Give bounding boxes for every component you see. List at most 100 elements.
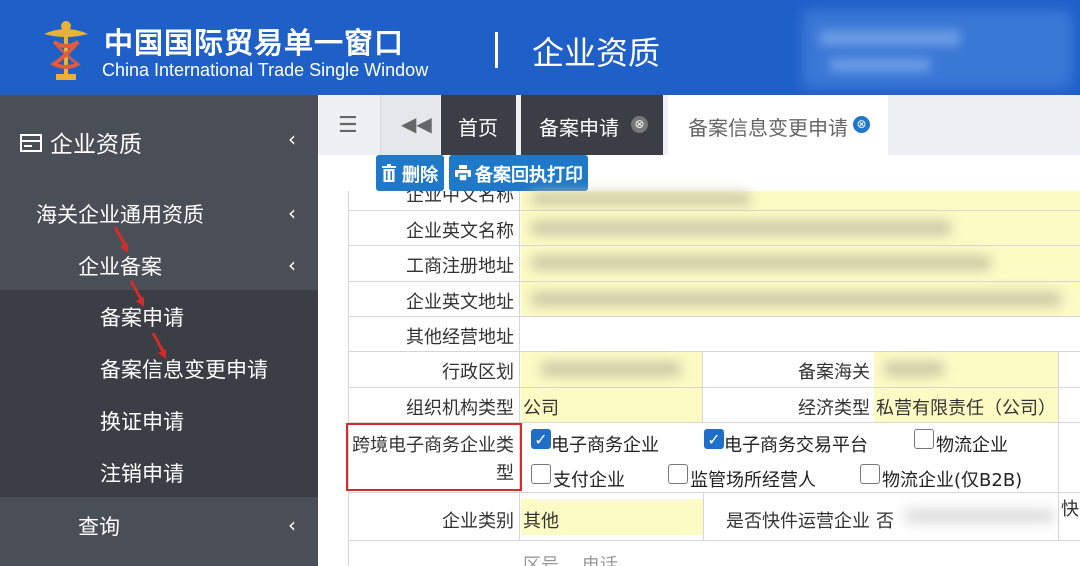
other-address-field[interactable]	[521, 317, 1080, 351]
double-chevron-left-icon: ◀◀	[401, 112, 432, 136]
field-label-org-type: 组织机构类型	[348, 388, 520, 422]
chevron-left-icon: ‹	[288, 127, 296, 151]
table-border	[1058, 423, 1059, 493]
print-receipt-button[interactable]: 备案回执打印	[449, 155, 588, 191]
sidebar-item-label: 换证申请	[100, 410, 184, 434]
reg-address-field[interactable]	[521, 246, 1080, 281]
header-divider	[495, 32, 498, 68]
chevron-left-icon: ‹	[288, 253, 296, 277]
app-header: 中国国际贸易单一窗口 China International Trade Sin…	[0, 0, 1080, 95]
cn-name-field[interactable]	[521, 191, 1080, 210]
checkbox-payment[interactable]	[531, 464, 551, 484]
hamburger-menu-icon[interactable]: ☰	[338, 113, 358, 138]
printer-icon	[455, 165, 471, 181]
table-row: 企业英文名称	[348, 211, 1080, 246]
delete-button[interactable]: 删除	[376, 155, 444, 191]
table-row: 企业中文名称	[348, 191, 1080, 211]
sidebar-item-label: 备案信息变更申请	[100, 358, 268, 382]
redacted-value	[531, 292, 1061, 306]
table-border	[1058, 352, 1059, 388]
sidebar: 企业资质 ‹ 海关企业通用资质 ‹ 企业备案 ‹ 备案申请 备案信息变更申请 换…	[0, 95, 318, 566]
tab-filing-apply[interactable]: 备案申请 ⊗	[521, 95, 663, 155]
print-label: 备案回执打印	[475, 165, 583, 186]
sidebar-item-customs-general[interactable]: 海关企业通用资质 ‹	[0, 199, 318, 229]
table-row: 企业英文地址	[348, 282, 1080, 317]
chevron-left-icon: ‹	[288, 513, 296, 537]
field-label-en-address: 企业英文地址	[348, 282, 520, 316]
chevron-left-icon: ‹	[288, 201, 296, 225]
sidebar-item-label: 企业备案	[78, 255, 162, 279]
table-row: 企业类别 其他 是否快件运营企业 否 快	[348, 493, 1080, 541]
table-row: 工商注册地址	[348, 246, 1080, 282]
table-border	[1058, 493, 1059, 541]
close-icon[interactable]: ⊗	[853, 116, 870, 133]
redacted-value	[904, 509, 1054, 523]
brand-english-name: China International Trade Single Window	[102, 60, 429, 80]
econ-type-field[interactable]: 私营有限责任（公司）	[874, 388, 1058, 422]
table-row: 其他经营地址	[348, 317, 1080, 352]
sidebar-bottom: 查询 ‹	[0, 497, 318, 566]
checkbox-ecom-platform[interactable]: ✓	[704, 429, 724, 449]
express-field[interactable]: 否	[874, 499, 1058, 535]
brand-chinese-name: 中国国际贸易单一窗口	[104, 26, 405, 60]
checkbox-supervision-operator[interactable]	[668, 464, 688, 484]
ecom-type-options: ✓ 电子商务企业 ✓ 电子商务交易平台 物流企业 支付企业 监管场所经营人 物流…	[521, 423, 1058, 493]
annotation-arrow-icon	[129, 280, 144, 307]
sidebar-item-label: 查询	[78, 515, 120, 539]
card-icon	[20, 134, 42, 152]
redacted-value	[531, 193, 751, 205]
sidebar-title: 企业资质	[50, 132, 142, 158]
table-row: 行政区划 备案海关	[348, 352, 1080, 388]
redacted-value	[531, 221, 951, 235]
tab-label: 备案申请	[539, 116, 619, 140]
redacted-value	[531, 256, 991, 270]
tab-filing-change[interactable]: 备案信息变更申请 ⊗	[668, 95, 888, 155]
org-type-field[interactable]: 公司	[521, 388, 703, 422]
phone-field-partial: 区号 电话	[523, 555, 618, 566]
field-label-en-name: 企业英文名称	[348, 211, 520, 245]
redacted-value	[541, 362, 681, 376]
field-label-other-address: 其他经营地址	[348, 317, 520, 351]
field-label-customs: 备案海关	[798, 362, 870, 383]
customs-field[interactable]	[874, 352, 1058, 387]
tab-label: 首页	[458, 116, 498, 140]
field-label-reg-address: 工商注册地址	[348, 246, 520, 281]
option-label: 电子商务企业	[551, 435, 659, 456]
field-label-express: 是否快件运营企业	[726, 511, 870, 532]
en-name-field[interactable]	[521, 211, 1080, 245]
field-label-region: 行政区划	[348, 352, 520, 387]
sidebar-item-enterprise-filing[interactable]: 企业备案 ‹	[0, 251, 318, 281]
sidebar-item-query[interactable]: 查询 ‹	[0, 511, 318, 541]
sidebar-item-cancellation[interactable]: 注销申请	[0, 458, 318, 488]
sidebar-item-enterprise-qualification[interactable]: 企业资质 ‹	[0, 125, 318, 159]
annotation-highlight-box	[346, 423, 522, 491]
checkbox-logistics-b2b[interactable]	[860, 464, 880, 484]
option-label: 物流企业	[936, 435, 1008, 456]
sidebar-item-renewal[interactable]: 换证申请	[0, 406, 318, 436]
close-icon[interactable]: ⊗	[631, 116, 648, 133]
field-label-category: 企业类别	[348, 493, 520, 540]
en-address-field[interactable]	[521, 282, 1080, 316]
option-label: 监管场所经营人	[690, 470, 816, 491]
enterprise-info-form: 企业中文名称 企业英文名称 工商注册地址 企业英文地址 其他经营地址 行政区划 …	[346, 191, 1080, 566]
tab-home[interactable]: 首页	[441, 95, 516, 155]
tab-scroll-left-button[interactable]: ◀◀	[380, 95, 440, 155]
redacted-value	[884, 362, 944, 376]
tab-label: 备案信息变更申请	[688, 116, 848, 140]
category-field[interactable]: 其他	[521, 499, 703, 535]
checkbox-ecom-enterprise[interactable]: ✓	[531, 429, 551, 449]
redacted-user-text	[820, 30, 960, 46]
option-label: 支付企业	[553, 470, 625, 491]
redacted-user-text	[830, 58, 930, 72]
checkbox-logistics[interactable]	[914, 429, 934, 449]
table-row: 组织机构类型 公司 经济类型 私营有限责任（公司）	[348, 388, 1080, 423]
section-title: 企业资质	[532, 34, 661, 72]
sidebar-item-label: 注销申请	[100, 462, 184, 486]
region-field[interactable]	[521, 352, 703, 387]
sidebar-item-filing-apply[interactable]: 备案申请	[0, 302, 318, 332]
customs-emblem-logo	[44, 21, 88, 80]
field-label-cn-name: 企业中文名称	[348, 191, 520, 210]
main-content: ☰ ◀◀ 首页 备案申请 ⊗ 备案信息变更申请 ⊗ 删除 备案回执打印 企业中文…	[318, 95, 1080, 566]
tab-bar: ☰ ◀◀ 首页 备案申请 ⊗ 备案信息变更申请 ⊗	[318, 95, 1080, 155]
delete-label: 删除	[402, 165, 438, 186]
